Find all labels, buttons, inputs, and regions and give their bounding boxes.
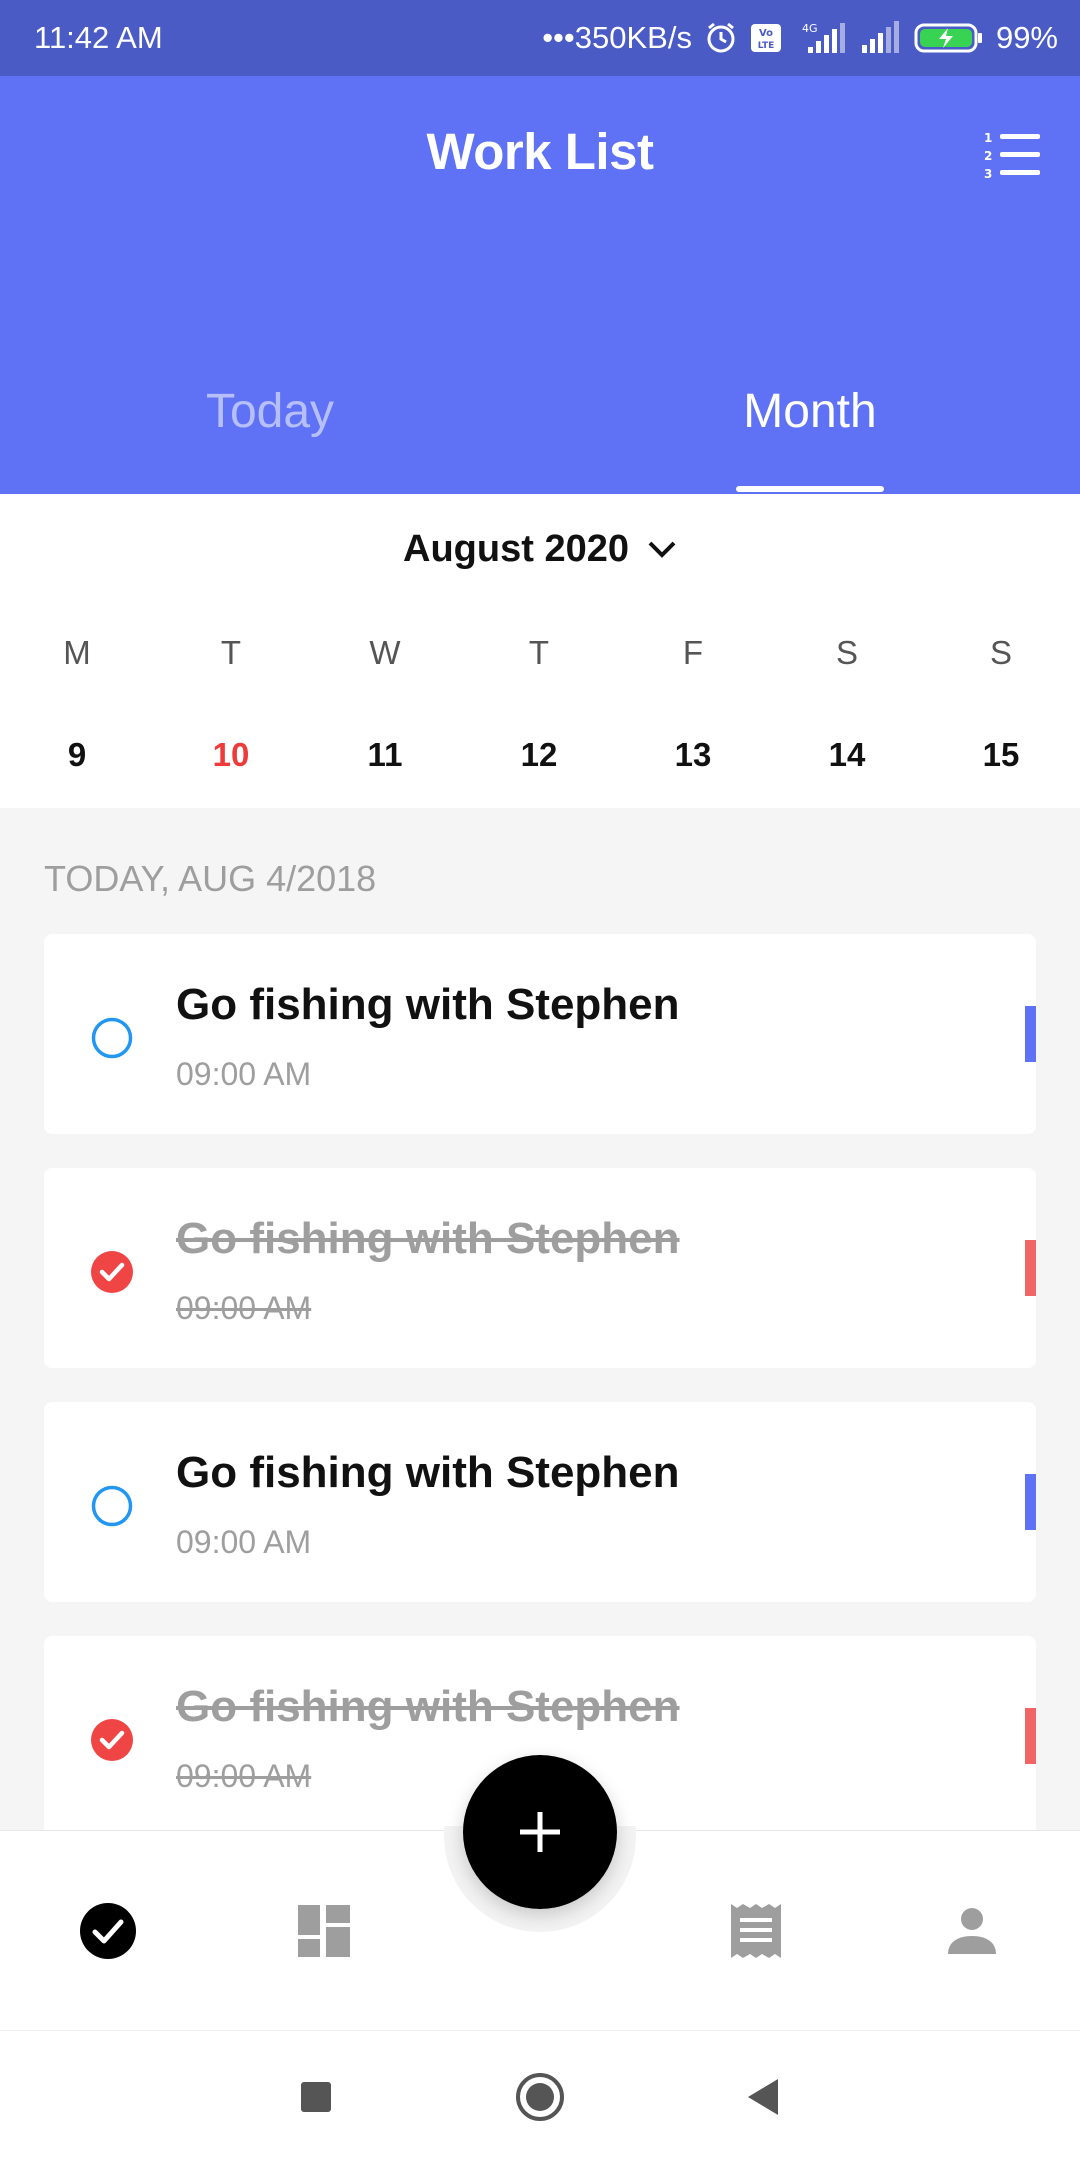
- checked-circle-icon[interactable]: [90, 1718, 134, 1762]
- month-selector[interactable]: August 2020: [0, 528, 1080, 571]
- status-bar: 11:42 AM •••350KB/s Vo LTE 4G 99%: [0, 0, 1080, 76]
- square-icon: [301, 2082, 331, 2112]
- task-time: 09:00 AM: [176, 1056, 312, 1092]
- network-speed: •••350KB/s: [542, 20, 692, 55]
- weekday-label: W: [369, 634, 401, 671]
- date-cell-today[interactable]: 10: [154, 736, 308, 774]
- svg-text:1: 1: [984, 131, 992, 145]
- alarm-icon: [704, 21, 738, 55]
- nav-profile-button[interactable]: [932, 1891, 1012, 1971]
- section-date-label: TODAY, AUG 4/2018: [44, 858, 377, 899]
- weekday-label: S: [835, 634, 858, 671]
- nav-tasks-button[interactable]: [68, 1891, 148, 1971]
- svg-text:2: 2: [984, 149, 992, 163]
- checked-circle-icon[interactable]: [90, 1250, 134, 1294]
- weekday-label: T: [220, 634, 242, 671]
- numbered-list-icon: 1 2 3: [984, 131, 1040, 181]
- week-calendar: August 2020 M T W T F S S 9 10 11 12 13 …: [0, 494, 1080, 808]
- signal-4g-icon: 4G: [794, 21, 848, 55]
- add-icon: [520, 1812, 560, 1852]
- dashboard-icon: [298, 1905, 350, 1957]
- status-time: 11:42 AM: [34, 20, 163, 55]
- page-title: Work List: [426, 123, 654, 180]
- task-card-completed[interactable]: Go fishing with Stephen 09:00 AM: [44, 1168, 1036, 1368]
- home-button[interactable]: [512, 2069, 568, 2125]
- date-cell[interactable]: 14: [770, 736, 924, 774]
- receipt-icon: [731, 1904, 781, 1958]
- system-navigation-bar: [0, 2030, 1080, 2161]
- sort-list-button[interactable]: 1 2 3: [984, 130, 1042, 181]
- check-circle-icon: [80, 1903, 136, 1959]
- task-color-marker: [1025, 1240, 1036, 1296]
- back-button[interactable]: [734, 2069, 790, 2125]
- weekday-label: T: [528, 634, 550, 671]
- task-card[interactable]: Go fishing with Stephen 09:00 AM: [44, 1402, 1036, 1602]
- weekday-label: M: [63, 634, 91, 671]
- task-time: 09:00 AM: [176, 1524, 312, 1560]
- tab-today[interactable]: Today: [0, 384, 540, 439]
- task-time: 09:00 AM: [176, 1290, 312, 1326]
- task-title: Go fishing with Stephen: [176, 1214, 680, 1263]
- date-cell[interactable]: 11: [308, 736, 462, 774]
- app-header: Work List 1 2 3 Today Month: [0, 76, 1080, 494]
- task-color-marker: [1025, 1708, 1036, 1764]
- person-icon: [948, 1908, 996, 1954]
- recents-button[interactable]: [288, 2069, 344, 2125]
- tab-month[interactable]: Month: [540, 384, 1080, 439]
- date-cell[interactable]: 15: [924, 736, 1078, 774]
- task-title: Go fishing with Stephen: [176, 980, 680, 1029]
- task-color-marker: [1025, 1474, 1036, 1530]
- month-label: August 2020: [403, 528, 629, 570]
- nav-dashboard-button[interactable]: [284, 1891, 364, 1971]
- svg-text:4G: 4G: [802, 22, 818, 35]
- battery-charging-icon: [914, 21, 984, 55]
- add-task-button[interactable]: [463, 1755, 617, 1909]
- task-color-marker: [1025, 1006, 1036, 1062]
- weekday-label: S: [989, 634, 1012, 671]
- status-indicators: •••350KB/s Vo LTE 4G 99%: [542, 20, 1058, 56]
- chevron-down-icon: [648, 541, 676, 558]
- date-cell[interactable]: 9: [0, 736, 154, 774]
- back-triangle-icon: [748, 2079, 778, 2115]
- nav-notes-button[interactable]: [716, 1891, 796, 1971]
- volte-icon: Vo LTE: [750, 23, 782, 53]
- battery-level: 99%: [995, 20, 1058, 55]
- task-title: Go fishing with Stephen: [176, 1682, 680, 1731]
- svg-text:LTE: LTE: [758, 41, 775, 51]
- date-cell[interactable]: 12: [462, 736, 616, 774]
- svg-text:3: 3: [984, 167, 992, 180]
- svg-text:Vo: Vo: [759, 28, 773, 39]
- weekday-label: F: [682, 634, 704, 671]
- unchecked-circle-icon[interactable]: [90, 1484, 134, 1528]
- unchecked-circle-icon[interactable]: [90, 1016, 134, 1060]
- signal-icon: [860, 21, 902, 55]
- date-cell[interactable]: 13: [616, 736, 770, 774]
- task-card[interactable]: Go fishing with Stephen 09:00 AM: [44, 934, 1036, 1134]
- home-circle-icon: [516, 2073, 564, 2121]
- active-tab-indicator: [736, 486, 884, 492]
- task-time: 09:00 AM: [176, 1758, 312, 1794]
- task-title: Go fishing with Stephen: [176, 1448, 680, 1497]
